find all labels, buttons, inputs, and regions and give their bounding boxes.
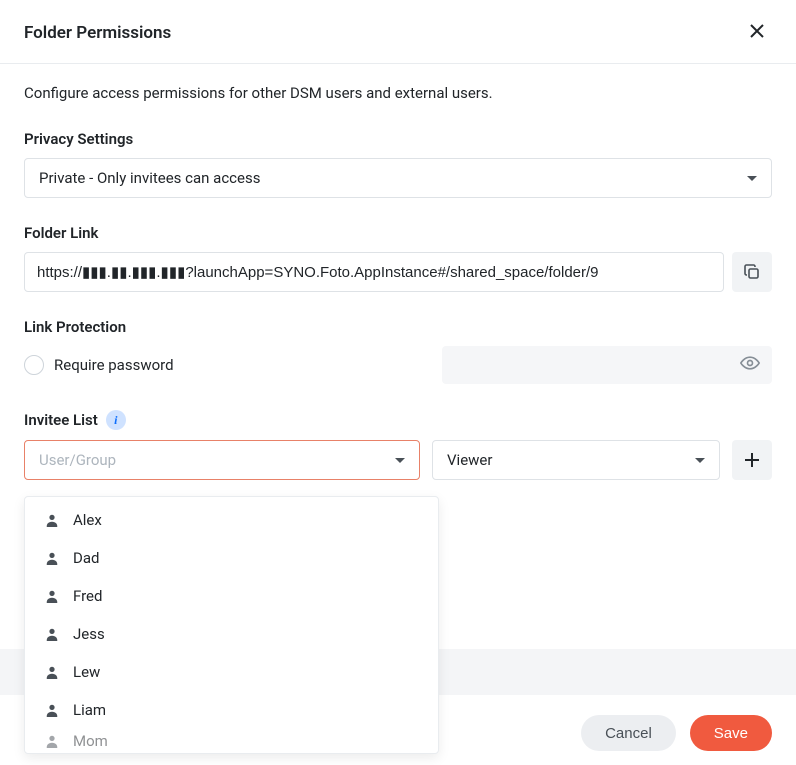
privacy-value: Private - Only invitees can access [39, 169, 260, 187]
dropdown-option-label: Alex [73, 511, 102, 529]
copy-link-button[interactable] [732, 252, 772, 292]
eye-icon[interactable] [740, 353, 760, 377]
role-value: Viewer [447, 451, 492, 469]
folder-link-input[interactable] [24, 252, 724, 292]
person-icon [45, 627, 59, 641]
folder-link-label: Folder Link [24, 224, 772, 242]
chevron-down-icon [747, 176, 757, 181]
dropdown-option-label: Mom [73, 732, 108, 749]
dropdown-option-label: Liam [73, 701, 106, 719]
user-group-select[interactable]: User/Group [24, 440, 420, 480]
user-group-dropdown: Alex Dad Fred Jess Lew Liam Mom [24, 496, 439, 754]
dialog-title: Folder Permissions [24, 23, 171, 43]
dropdown-option-dad[interactable]: Dad [25, 539, 438, 577]
close-button[interactable] [742, 18, 772, 47]
save-button[interactable]: Save [690, 715, 772, 751]
dropdown-option-jess[interactable]: Jess [25, 615, 438, 653]
cancel-button[interactable]: Cancel [581, 715, 676, 751]
dropdown-option-alex[interactable]: Alex [25, 501, 438, 539]
user-group-placeholder: User/Group [39, 451, 116, 469]
person-icon [45, 703, 59, 717]
password-input[interactable] [442, 346, 772, 384]
add-invitee-button[interactable] [732, 440, 772, 480]
dropdown-option-mom[interactable]: Mom [25, 729, 438, 749]
person-icon [45, 551, 59, 565]
dropdown-option-fred[interactable]: Fred [25, 577, 438, 615]
privacy-label: Privacy Settings [24, 130, 772, 148]
require-password-label: Require password [54, 356, 174, 374]
role-select[interactable]: Viewer [432, 440, 720, 480]
description-text: Configure access permissions for other D… [24, 84, 772, 102]
person-icon [45, 665, 59, 679]
close-icon [750, 24, 764, 38]
dropdown-option-label: Fred [73, 587, 102, 605]
dropdown-option-liam[interactable]: Liam [25, 691, 438, 729]
person-icon [45, 589, 59, 603]
chevron-down-icon [695, 458, 705, 463]
link-protection-label: Link Protection [24, 318, 772, 336]
person-icon [45, 734, 59, 748]
dropdown-option-label: Jess [73, 625, 105, 643]
dropdown-option-label: Lew [73, 663, 100, 681]
info-icon[interactable]: i [106, 410, 126, 430]
dropdown-scroll[interactable]: Alex Dad Fred Jess Lew Liam Mom [25, 501, 438, 749]
plus-icon [743, 451, 761, 469]
copy-icon [743, 263, 761, 281]
chevron-down-icon [395, 458, 405, 463]
privacy-select[interactable]: Private - Only invitees can access [24, 158, 772, 198]
dropdown-option-lew[interactable]: Lew [25, 653, 438, 691]
dropdown-option-label: Dad [73, 549, 99, 567]
require-password-checkbox[interactable] [24, 355, 44, 375]
invitee-list-label: Invitee List [24, 411, 98, 429]
person-icon [45, 513, 59, 527]
